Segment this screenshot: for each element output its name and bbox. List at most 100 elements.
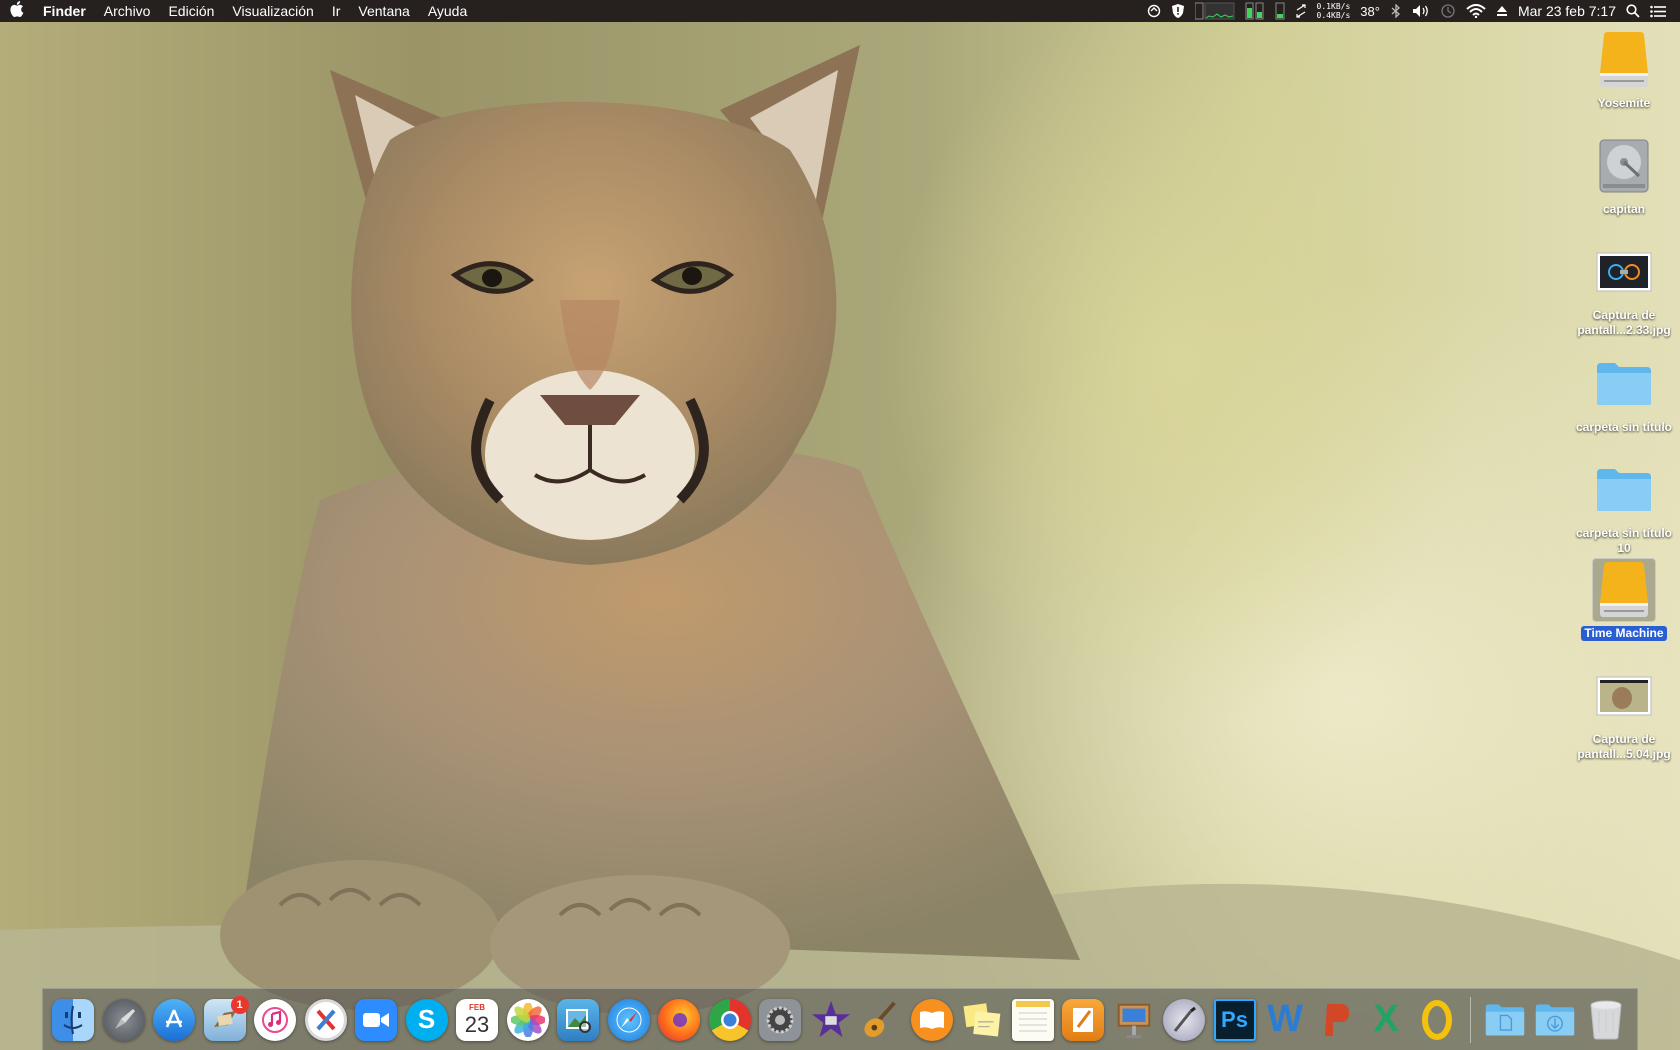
dock-trash[interactable]	[1582, 996, 1630, 1044]
dock-finder[interactable]	[49, 996, 97, 1044]
folder-icon	[1592, 352, 1656, 416]
menu-finder[interactable]: Finder	[34, 0, 95, 22]
desktop-item-captura-2[interactable]: Captura de pantall...5.04.jpg	[1568, 664, 1680, 762]
safari-icon	[607, 998, 650, 1041]
dock-notes[interactable]	[1009, 996, 1057, 1044]
dock-downloads-folder[interactable]	[1531, 996, 1579, 1044]
dock-launchpad[interactable]	[100, 996, 148, 1044]
finder-icon	[52, 998, 94, 1041]
temperature[interactable]: 38°	[1360, 0, 1380, 22]
dock-documents-folder[interactable]	[1481, 996, 1529, 1044]
menu-bar: Finder Archivo Edición Visualización Ir …	[0, 0, 1680, 22]
desktop-item-time-machine[interactable]: Time Machine	[1568, 558, 1680, 641]
dock-calendar[interactable]: FEB 23	[453, 996, 501, 1044]
dock-chrome[interactable]	[706, 996, 754, 1044]
internal-drive-icon	[1592, 134, 1656, 198]
app-store-icon	[153, 998, 195, 1041]
dock-crossover[interactable]	[302, 996, 350, 1044]
dock-itunes[interactable]	[251, 996, 299, 1044]
dock-app-store[interactable]	[150, 996, 198, 1044]
dock: 1 S FEB 23 Ps W X	[42, 988, 1638, 1050]
crossover-icon	[304, 998, 347, 1041]
dock-safari[interactable]	[605, 996, 653, 1044]
external-drive-icon	[1592, 28, 1656, 92]
dock-photos[interactable]	[504, 996, 552, 1044]
time-machine-icon[interactable]	[1440, 0, 1456, 22]
dock-preview[interactable]	[554, 996, 602, 1044]
desktop-item-carpeta-sin-titulo[interactable]: carpeta sin título	[1568, 352, 1680, 435]
preview-icon	[557, 998, 599, 1041]
desktop-item-label: Captura de pantall...5.04.jpg	[1577, 732, 1671, 761]
itunes-icon	[254, 998, 296, 1041]
skype-icon: S	[405, 998, 448, 1041]
wifi-icon[interactable]	[1466, 0, 1486, 22]
desktop-item-label: carpeta sin título	[1575, 420, 1673, 434]
dock-script-editor[interactable]	[1160, 996, 1208, 1044]
notification-list-icon[interactable]	[1650, 0, 1666, 22]
dock-keynote[interactable]	[1110, 996, 1158, 1044]
dock-powerpoint[interactable]	[1312, 996, 1360, 1044]
photos-icon	[506, 998, 549, 1041]
dock-word[interactable]: W	[1261, 996, 1309, 1044]
dock-mail[interactable]: 1	[201, 995, 249, 1044]
dock-pages[interactable]	[1059, 996, 1107, 1044]
menu-ir[interactable]: Ir	[323, 0, 350, 22]
calendar-day: 23	[464, 1011, 490, 1037]
menu-edicion[interactable]: Edición	[159, 0, 223, 22]
spotlight-icon[interactable]	[1626, 0, 1640, 22]
dock-zoom[interactable]	[352, 996, 400, 1044]
net-up: 0.1KB/s	[1316, 2, 1351, 11]
dock-separator	[1470, 996, 1471, 1043]
cpu-meter-icon[interactable]	[1194, 0, 1235, 22]
keynote-icon	[1113, 999, 1155, 1041]
calendar-icon: FEB 23	[456, 998, 498, 1041]
desktop-wallpaper	[0, 45, 1680, 1050]
dock-firefox[interactable]	[655, 996, 703, 1044]
word-icon: W	[1267, 998, 1303, 1040]
eject-icon[interactable]	[1496, 0, 1508, 22]
shield-icon[interactable]	[1171, 0, 1185, 22]
dock-imovie[interactable]	[807, 996, 855, 1044]
volume-icon[interactable]	[1412, 0, 1430, 22]
memory-meter-icon[interactable]	[1245, 0, 1265, 22]
powerpoint-icon	[1315, 999, 1357, 1041]
dock-garageband[interactable]	[857, 996, 905, 1044]
documents-folder-icon	[1484, 999, 1526, 1041]
sync-icon[interactable]	[1147, 0, 1161, 22]
screenshot-thumbnail-icon	[1592, 240, 1656, 304]
downloads-folder-icon	[1534, 999, 1576, 1041]
dock-ibooks[interactable]	[908, 996, 956, 1044]
garageband-icon	[860, 999, 902, 1041]
dock-openoffice[interactable]	[1413, 996, 1461, 1044]
dock-stickies[interactable]	[958, 996, 1006, 1044]
desktop-item-carpeta-sin-titulo-10[interactable]: carpeta sin título 10	[1568, 458, 1680, 556]
desktop-item-label: carpeta sin título 10	[1575, 526, 1673, 555]
external-drive-icon	[1592, 558, 1656, 622]
openoffice-icon	[1416, 999, 1458, 1041]
firefox-icon	[658, 998, 700, 1041]
menu-ayuda[interactable]: Ayuda	[419, 0, 476, 22]
arrows-icon[interactable]	[1295, 0, 1307, 22]
imovie-icon	[810, 999, 852, 1041]
desktop-item-capitan[interactable]: capitan	[1568, 134, 1680, 217]
menu-archivo[interactable]: Archivo	[95, 0, 160, 22]
chrome-icon	[708, 998, 751, 1041]
menubar-clock[interactable]: Mar 23 feb 7:17	[1518, 0, 1616, 22]
desktop-item-captura-1[interactable]: Captura de pantall...2.33.jpg	[1568, 240, 1680, 338]
menu-ventana[interactable]: Ventana	[349, 0, 418, 22]
desktop-item-label: Time Machine	[1581, 626, 1667, 641]
ibooks-icon	[910, 998, 953, 1041]
pages-icon	[1062, 998, 1104, 1041]
stickies-icon	[961, 999, 1003, 1041]
bluetooth-icon[interactable]	[1390, 0, 1402, 22]
menu-visualizacion[interactable]: Visualización	[223, 0, 322, 22]
dock-skype[interactable]: S	[403, 996, 451, 1044]
script-editor-icon	[1163, 998, 1205, 1041]
apple-menu-icon[interactable]	[0, 0, 34, 24]
dock-system-preferences[interactable]	[756, 996, 804, 1044]
disk-meter-icon[interactable]	[1275, 0, 1285, 22]
dock-photoshop[interactable]: Ps	[1211, 996, 1259, 1044]
desktop-item-yosemite[interactable]: Yosemite	[1568, 28, 1680, 111]
system-preferences-icon	[759, 998, 801, 1041]
dock-excel[interactable]: X	[1362, 996, 1410, 1044]
